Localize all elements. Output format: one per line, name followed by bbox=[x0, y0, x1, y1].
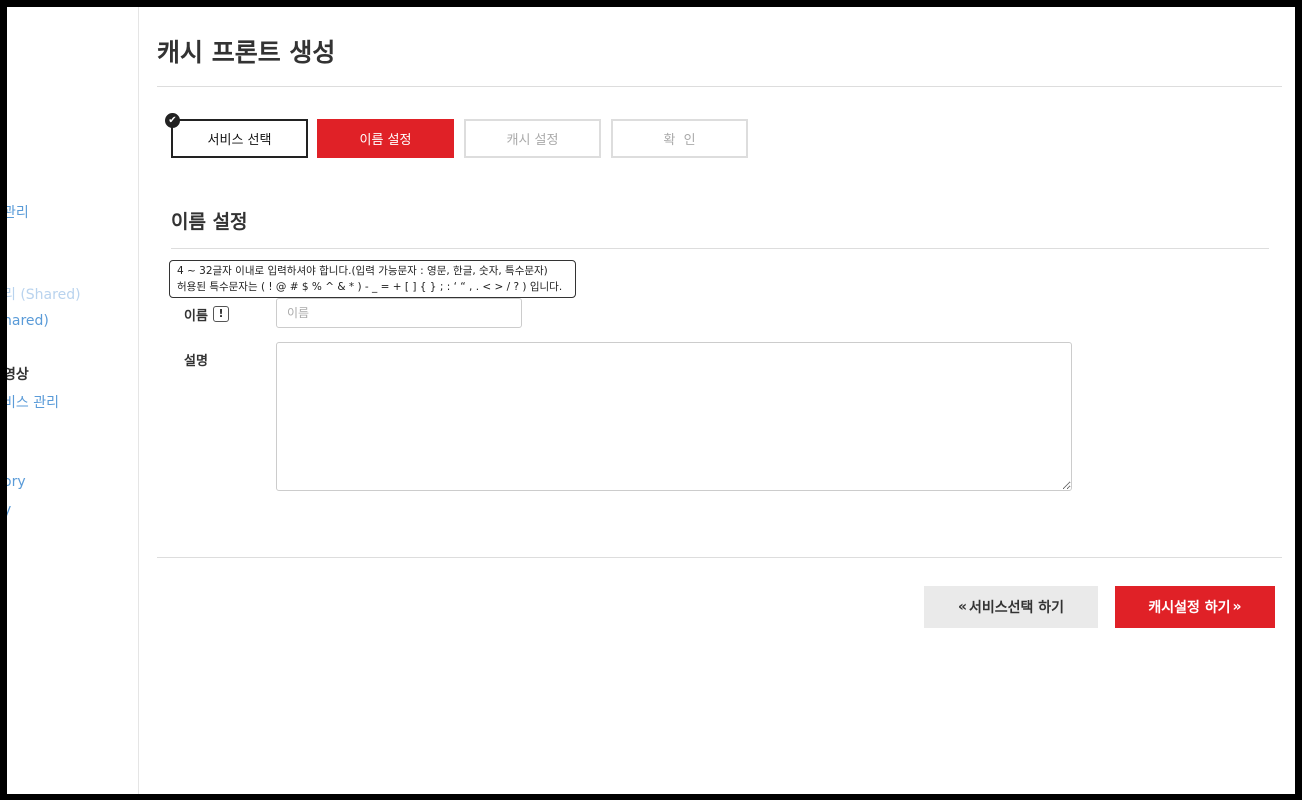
step-label: 확 인 bbox=[663, 133, 696, 148]
step-label: 캐시 설정 bbox=[506, 133, 559, 148]
sidebar-heading-video: 영상 bbox=[7, 367, 29, 383]
title-divider bbox=[157, 86, 1282, 87]
main-content: 캐시 프론트 생성 ✔ 서비스 선택 이름 설정 캐시 설정 확 인 이름 설정… bbox=[157, 7, 1295, 794]
back-button-label: 서비스선택 하기 bbox=[969, 600, 1065, 616]
double-chevron-right-icon: » bbox=[1232, 599, 1242, 615]
step-confirm: 확 인 bbox=[611, 119, 748, 158]
name-input[interactable] bbox=[276, 298, 522, 328]
double-chevron-left-icon: « bbox=[957, 599, 967, 615]
page-title: 캐시 프론트 생성 bbox=[157, 38, 336, 67]
step-label: 이름 설정 bbox=[359, 133, 412, 148]
name-label: 이름 bbox=[184, 309, 208, 324]
sidebar: 관리 리 (Shared) hared) 영상 비스 관리 ory y bbox=[7, 7, 139, 794]
sidebar-item-y[interactable]: y bbox=[7, 502, 11, 518]
sidebar-item-shared-partial[interactable]: 리 (Shared) bbox=[7, 284, 81, 304]
bottom-divider bbox=[157, 557, 1282, 558]
sidebar-item-management[interactable]: 관리 bbox=[7, 202, 29, 222]
description-label: 설명 bbox=[184, 354, 208, 369]
browser-viewport: 관리 리 (Shared) hared) 영상 비스 관리 ory y 캐시 프… bbox=[7, 7, 1295, 794]
tooltip-line-1: 4 ~ 32글자 이내로 입력하셔야 합니다.(입력 가능문자 : 영문, 한글… bbox=[177, 265, 548, 277]
description-textarea[interactable] bbox=[276, 342, 1072, 491]
section-title: 이름 설정 bbox=[171, 211, 248, 233]
step-cache-setting: 캐시 설정 bbox=[464, 119, 601, 158]
tooltip-line-2: 허용된 특수문자는 ( ! @ # $ % ^ & * ) - _ = + [ … bbox=[177, 281, 563, 293]
back-to-service-select-button[interactable]: « 서비스선택 하기 bbox=[924, 586, 1098, 628]
check-circle-icon: ✔ bbox=[165, 113, 180, 128]
step-name-setting[interactable]: 이름 설정 bbox=[317, 119, 454, 158]
step-service-select[interactable]: ✔ 서비스 선택 bbox=[165, 113, 308, 158]
go-to-cache-setting-button[interactable]: 캐시설정 하기 » bbox=[1115, 586, 1275, 628]
section-divider bbox=[171, 248, 1269, 249]
sidebar-item-service-management[interactable]: 비스 관리 bbox=[7, 392, 59, 412]
exclamation-icon[interactable]: ! bbox=[213, 306, 229, 322]
sidebar-item-history[interactable]: ory bbox=[7, 474, 26, 490]
sidebar-item-shared[interactable]: hared) bbox=[7, 313, 49, 329]
next-button-label: 캐시설정 하기 bbox=[1148, 600, 1231, 616]
name-rules-tooltip: 4 ~ 32글자 이내로 입력하셔야 합니다.(입력 가능문자 : 영문, 한글… bbox=[169, 260, 576, 304]
step-label: 서비스 선택 bbox=[207, 133, 272, 148]
